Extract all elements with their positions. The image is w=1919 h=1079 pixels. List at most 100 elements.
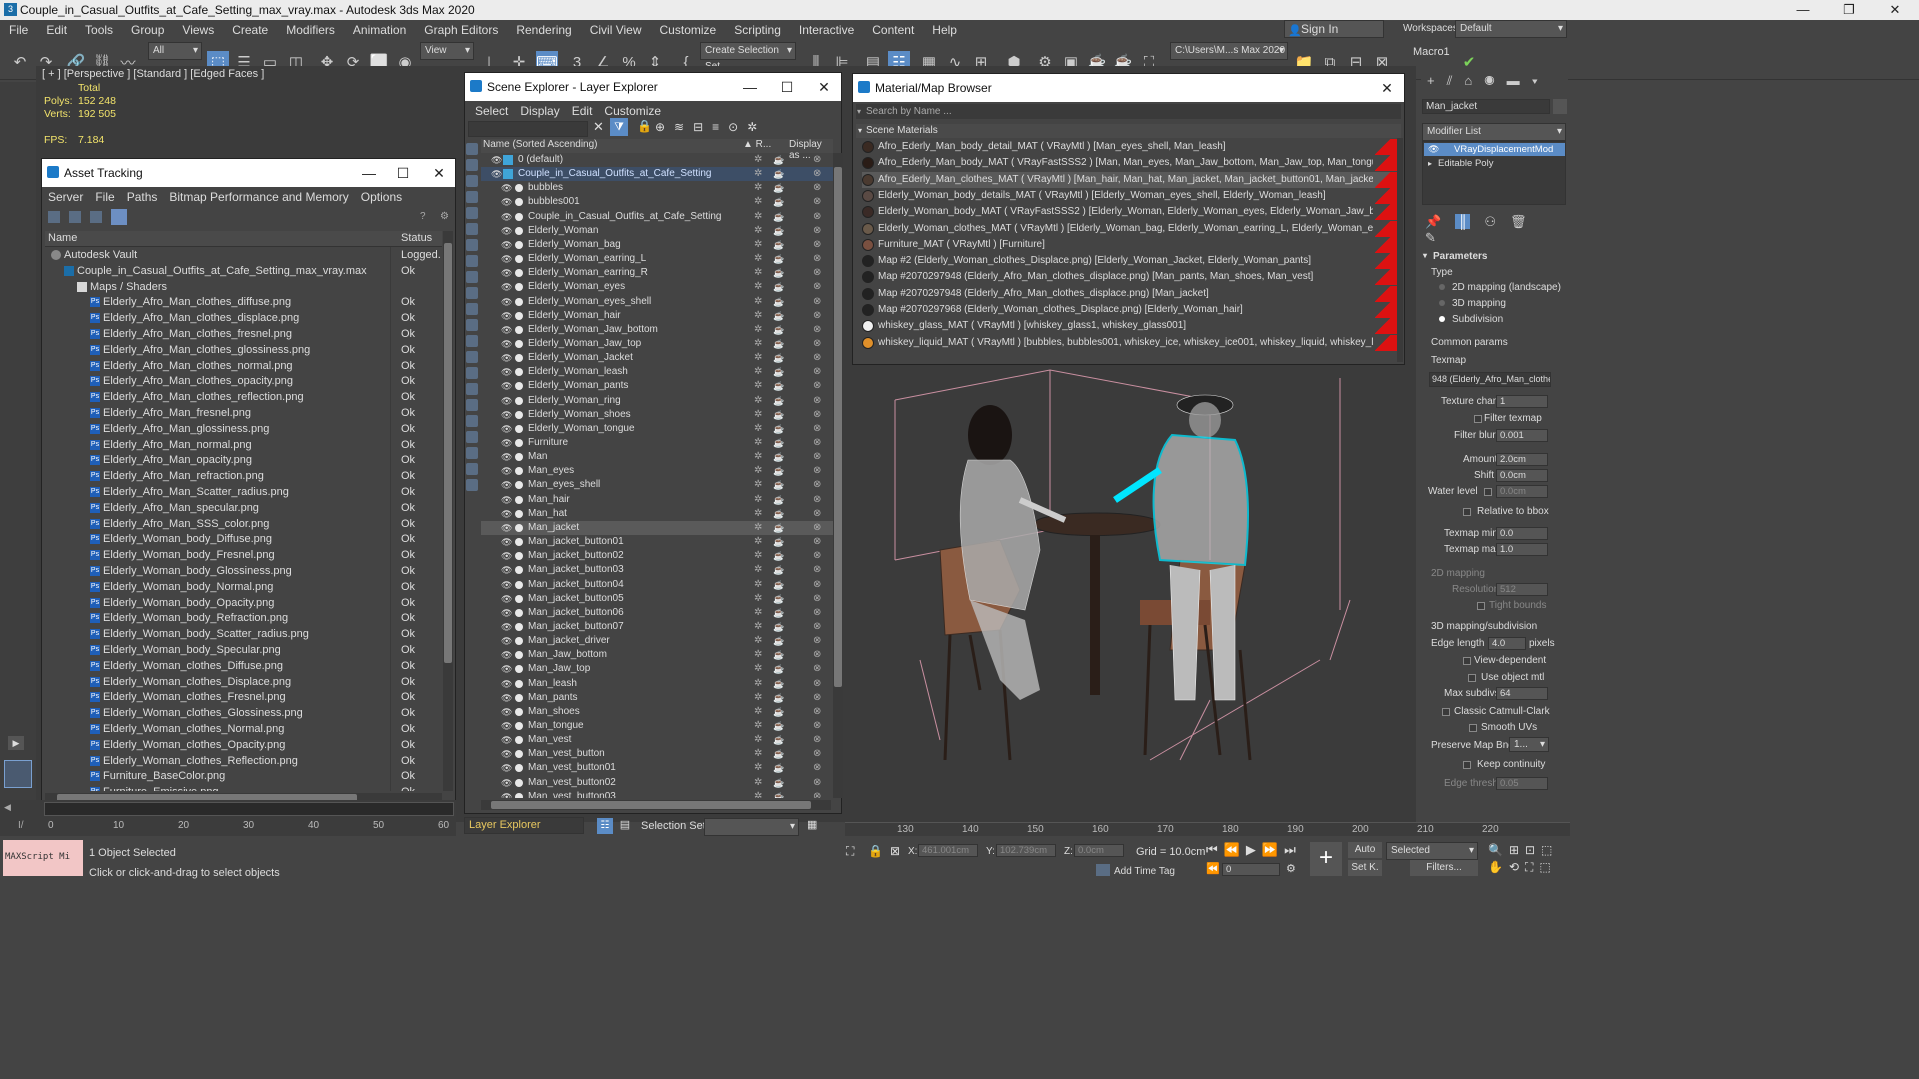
menu-modifiers[interactable]: Modifiers [277,23,344,37]
visibility-eye-icon[interactable]: 👁 [501,776,512,790]
material-row[interactable]: Elderly_Woman_body_details_MAT ( VRayMtl… [862,187,1397,204]
freeze-icon[interactable]: ✲ [754,493,762,507]
layer-row[interactable]: 👁 Man_jacket ✲ ☕ ⊗ [481,520,833,535]
render-teapot-icon[interactable]: ☕ [773,507,784,521]
layer-row[interactable]: 👁 Couple_in_Casual_Outfits_at_Cafe_Settin… [481,210,833,224]
viewport-label[interactable]: [ + ] [Perspective ] [Standard ] [Edged … [42,68,264,80]
asset-tool-icon-2[interactable] [69,211,81,223]
display-as-box-icon[interactable]: ⊗ [813,747,821,761]
close-button[interactable]: ✕ [1872,0,1918,20]
visibility-eye-icon[interactable]: 👁 [501,521,512,535]
key-mode-icon[interactable]: ⏪ [1206,862,1220,875]
menu-animation[interactable]: Animation [344,23,415,37]
render-teapot-icon[interactable]: ☕ [773,167,784,181]
render-teapot-icon[interactable]: ☕ [773,337,784,351]
menu-views[interactable]: Views [173,23,223,37]
menu-help[interactable]: Help [923,23,966,37]
texmap-button[interactable]: 948 (Elderly_Afro_Man_clothe [1429,372,1551,387]
layer-row[interactable]: 👁 Man_jacket_button06 ✲ ☕ ⊗ [481,606,833,620]
scene-filter-icon-13[interactable] [466,335,478,347]
freeze-icon[interactable]: ✲ [754,394,762,408]
freeze-icon[interactable]: ✲ [754,436,762,450]
material-search-field[interactable]: ▾ Search by Name ... [856,104,1401,119]
display-as-box-icon[interactable]: ⊗ [813,705,821,719]
asset-menu-file[interactable]: File [89,190,120,204]
scene-filter-icon-6[interactable] [466,223,478,235]
display-as-box-icon[interactable]: ⊗ [813,478,821,492]
visibility-eye-icon[interactable]: 👁 [501,620,512,634]
relative-bbox-checkbox[interactable] [1463,508,1471,516]
scene-explorer-titlebar[interactable]: Scene Explorer - Layer Explorer — ☐ ✕ [465,73,841,101]
freeze-icon[interactable]: ✲ [754,634,762,648]
freeze-icon[interactable]: ✲ [754,648,762,662]
isolate-selection-icon[interactable]: ⛶ [846,844,854,859]
display-as-box-icon[interactable]: ⊗ [813,153,821,167]
menu-create[interactable]: Create [223,23,277,37]
undo-icon[interactable]: ↶ [9,51,31,73]
scene-col-name[interactable]: Name (Sorted Ascending) [483,139,598,150]
display-as-box-icon[interactable]: ⊗ [813,634,821,648]
material-row[interactable]: Map #2 (Elderly_Woman_clothes_Displace.p… [862,253,1397,270]
render-teapot-icon[interactable]: ☕ [773,394,784,408]
asset-help-icon[interactable]: ? [420,211,432,223]
scene-render[interactable] [850,360,1410,800]
visibility-eye-icon[interactable]: 👁 [501,280,512,294]
asset-row[interactable]: Ps Elderly_Woman_body_Normal.png Ok [45,578,442,595]
visibility-eye-icon[interactable]: 👁 [501,507,512,521]
asset-menu-paths[interactable]: Paths [121,190,164,204]
set-key-button[interactable]: Set K. [1348,860,1382,876]
asset-row[interactable]: Ps Elderly_Afro_Man_fresnel.png Ok [45,405,442,421]
freeze-icon[interactable]: ✲ [754,266,762,280]
track-bar-icon[interactable]: I/ [18,820,24,831]
stack-item-vray-displacement[interactable]: 👁 VRayDisplacementMod [1424,143,1565,156]
visibility-eye-icon[interactable]: 👁 [501,394,512,408]
scene-filter-icon-8[interactable] [466,255,478,267]
freeze-icon[interactable]: ✲ [754,153,762,167]
freeze-icon[interactable]: ✲ [754,719,762,733]
menu-graph-editors[interactable]: Graph Editors [415,23,507,37]
asset-row[interactable]: PsFurniture_Emissive.png Ok [45,784,442,791]
material-browser-titlebar[interactable]: Material/Map Browser ✕ [853,74,1404,102]
display-as-box-icon[interactable]: ⊗ [813,563,821,577]
scene-filter-icon-22[interactable] [466,479,478,491]
material-row[interactable]: Elderly_Woman_body_MAT ( VRayFastSSS2 ) … [862,204,1397,221]
render-teapot-icon[interactable]: ☕ [773,662,784,676]
material-row[interactable]: Furniture_MAT ( VRayMtl ) [Furniture] [862,236,1397,253]
visibility-eye-icon[interactable]: 👁 [501,563,512,577]
scene-scrollbar[interactable] [833,153,843,798]
menu-file[interactable]: File [0,23,37,37]
layer-row[interactable]: 👁 Man_jacket_button03 ✲ ☕ ⊗ [481,563,833,577]
layer-row[interactable]: 👁 Elderly_Woman_earring_R ✲ ☕ ⊗ [481,266,833,280]
radio-3d-mapping[interactable] [1439,300,1445,306]
display-as-box-icon[interactable]: ⊗ [813,295,821,309]
scene-menu-edit[interactable]: Edit [566,104,599,118]
material-close-button[interactable]: ✕ [1370,74,1404,102]
layer-row[interactable]: 👁 bubbles ✲ ☕ ⊗ [481,181,833,195]
asset-row[interactable]: Ps Furniture_BaseColor.png Ok [45,768,442,785]
render-teapot-icon[interactable]: ☕ [773,436,784,450]
render-teapot-icon[interactable]: ☕ [773,379,784,393]
render-teapot-icon[interactable]: ☕ [773,761,784,775]
render-teapot-icon[interactable]: ☕ [773,592,784,606]
layer-row[interactable]: 👁 Elderly_Woman_bag ✲ ☕ ⊗ [481,238,833,252]
display-as-box-icon[interactable]: ⊗ [813,408,821,422]
scene-close-button[interactable]: ✕ [807,73,841,101]
sign-in-button[interactable]: 👤 Sign In [1284,20,1384,38]
display-as-box-icon[interactable]: ⊗ [813,450,821,464]
asset-maximize-button[interactable]: ☐ [386,159,420,187]
absolute-mode-icon[interactable]: ⊠ [890,844,900,858]
visibility-eye-icon[interactable]: 👁 [501,648,512,662]
visibility-eye-icon[interactable]: 👁 [501,493,512,507]
asset-row[interactable]: Ps Elderly_Woman_body_Fresnel.png Ok [45,547,442,564]
object-name-field[interactable]: Man_jacket [1422,99,1550,114]
layer-row[interactable]: 👁 Man_jacket_button07 ✲ ☕ ⊗ [481,620,833,634]
display-as-box-icon[interactable]: ⊗ [813,210,821,224]
display-as-box-icon[interactable]: ⊗ [813,719,821,733]
asset-tool-icon-3[interactable] [90,211,102,223]
asset-row[interactable]: Ps Elderly_Woman_body_Glossiness.png Ok [45,563,442,579]
asset-row[interactable]: Ps Elderly_Woman_clothes_Opacity.png Ok [45,736,442,753]
render-teapot-icon[interactable]: ☕ [773,351,784,365]
radio-2d-mapping[interactable] [1439,284,1445,290]
render-teapot-icon[interactable]: ☕ [773,266,784,280]
tight-bounds-checkbox[interactable] [1477,602,1485,610]
